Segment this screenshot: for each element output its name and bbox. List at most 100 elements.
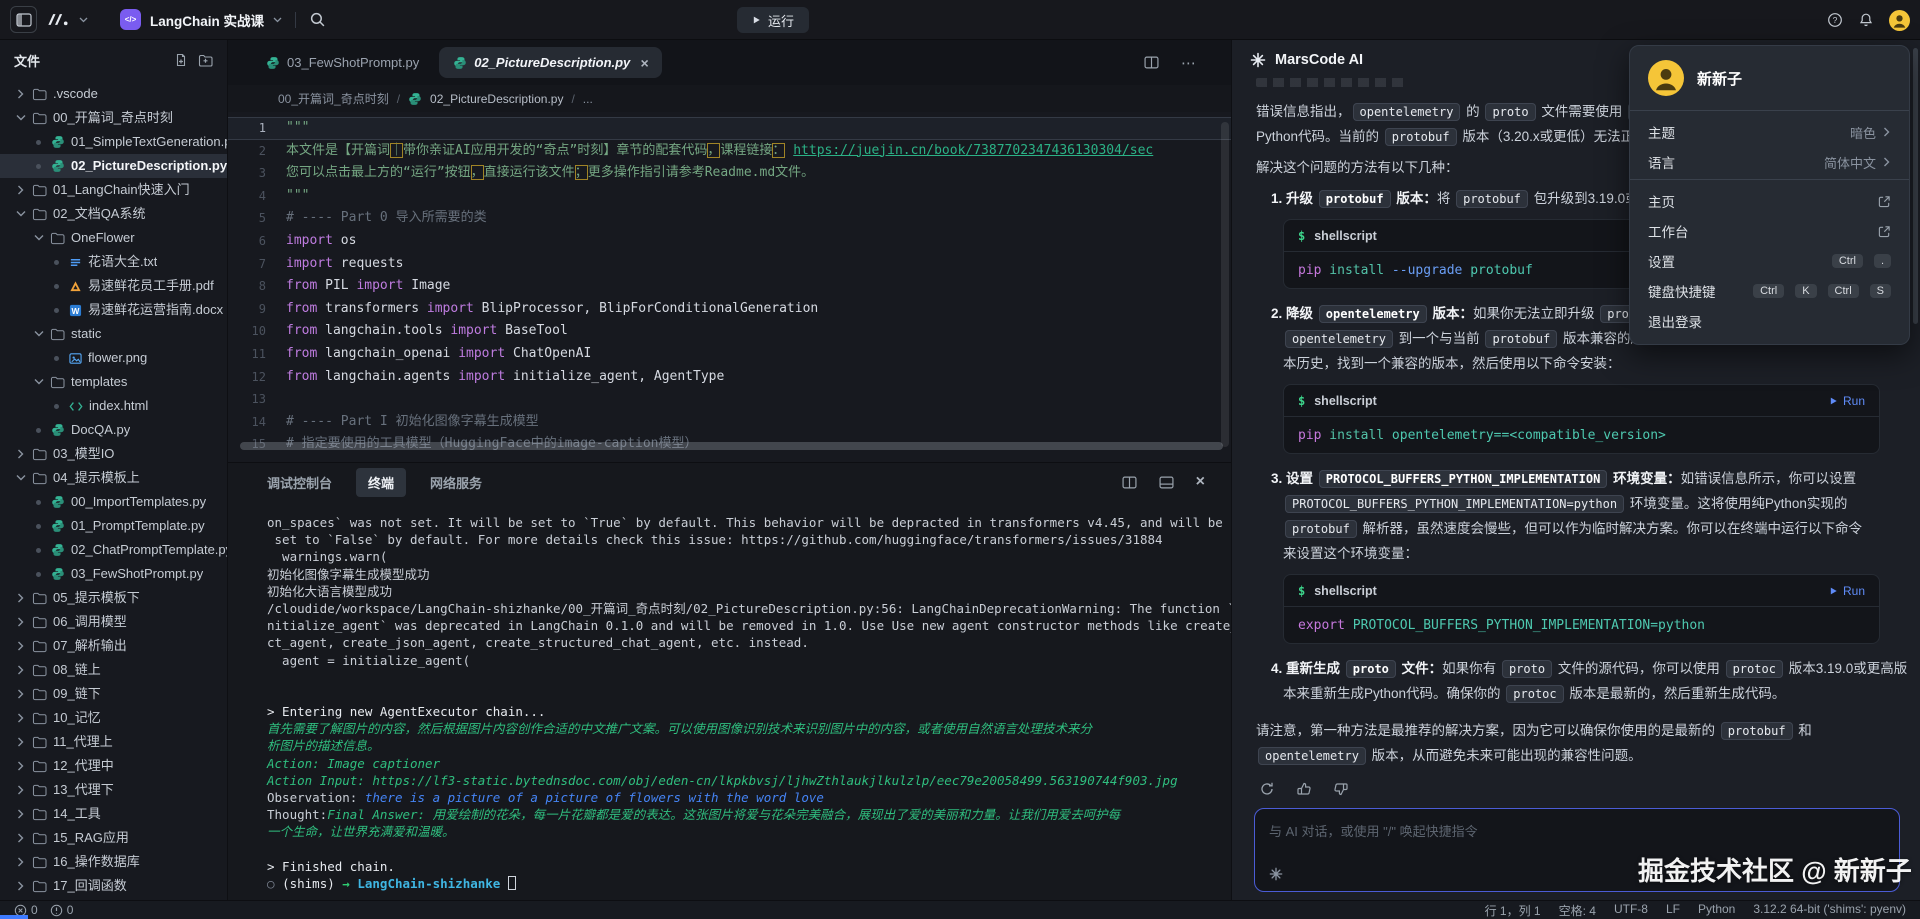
tree-item-folder[interactable]: 14_工具	[0, 802, 227, 826]
breadcrumb-item[interactable]: ...	[583, 92, 593, 106]
code-editor[interactable]: 1"""2本文件是【开篇词｜带你亲证AI应用开发的“奇点”时刻】章节的配套代码，…	[228, 112, 1231, 462]
tree-item-label: 07_解析输出	[53, 634, 127, 658]
run-code-button[interactable]: Run	[1829, 584, 1865, 598]
line-number: 3	[228, 162, 286, 185]
chevron-right-icon	[16, 89, 26, 99]
status-item[interactable]: UTF-8	[1614, 902, 1648, 919]
tree-item-folder[interactable]: templates	[0, 370, 227, 394]
tree-item-folder[interactable]: 12_代理中	[0, 754, 227, 778]
status-item[interactable]: 行 1，列 1	[1485, 902, 1541, 919]
breadcrumb-item[interactable]: 00_开篇词_奇点时刻	[278, 90, 389, 107]
chevron-down-icon[interactable]	[79, 17, 88, 23]
warnings-indicator[interactable]: 0	[50, 903, 74, 917]
menu-item-退出登录[interactable]: 退出登录	[1630, 306, 1909, 336]
line-number: 14	[228, 411, 286, 434]
ai-panel-scrollbar[interactable]	[1913, 48, 1918, 324]
thumbs-down-icon[interactable]	[1330, 778, 1352, 800]
thumbs-up-icon[interactable]	[1293, 778, 1315, 800]
breadcrumb[interactable]: 00_开篇词_奇点时刻/02_PictureDescription.py/...	[228, 85, 1231, 112]
folder-icon	[32, 688, 47, 701]
bell-icon[interactable]	[1858, 12, 1874, 28]
marscode-logo-icon[interactable]	[46, 12, 70, 27]
tree-item-file[interactable]: index.html	[0, 394, 227, 418]
tree-item-folder[interactable]: OneFlower	[0, 226, 227, 250]
chevron-down-icon[interactable]	[273, 17, 282, 23]
panel-tab[interactable]: 终端	[356, 468, 406, 497]
img-file-icon	[69, 352, 82, 365]
tree-item-file[interactable]: 03_FewShotPrompt.py	[0, 562, 227, 586]
status-item[interactable]: 空格: 4	[1559, 902, 1596, 919]
quick-command-icon[interactable]	[1269, 867, 1283, 881]
tree-item-folder[interactable]: 11_代理上	[0, 730, 227, 754]
tree-item-folder[interactable]: 01_LangChain快速入门	[0, 178, 227, 202]
tree-item-folder[interactable]: 00_开篇词_奇点时刻	[0, 106, 227, 130]
breadcrumb-item[interactable]: 02_PictureDescription.py	[430, 92, 563, 106]
tree-item-file[interactable]: 02_ChatPromptTemplate.py	[0, 538, 227, 562]
horizontal-scrollbar[interactable]	[240, 442, 1223, 450]
line-number: 7	[228, 253, 286, 276]
run-code-button[interactable]: Run	[1829, 394, 1865, 408]
editor-tab[interactable]: 02_PictureDescription.py×	[439, 47, 662, 78]
search-icon[interactable]	[309, 11, 326, 28]
close-tab-icon[interactable]: ×	[640, 56, 648, 70]
tree-item-file[interactable]: 01_PromptTemplate.py	[0, 514, 227, 538]
tree-item-folder[interactable]: 13_代理下	[0, 778, 227, 802]
tree-item-file[interactable]: 00_ImportTemplates.py	[0, 490, 227, 514]
tree-item-folder[interactable]: .vscode	[0, 82, 227, 106]
panel-tab[interactable]: 网络服务	[430, 473, 482, 492]
project-name[interactable]: LangChain 实战课	[150, 10, 264, 30]
help-icon[interactable]: ?	[1827, 12, 1843, 28]
menu-item-主题[interactable]: 主题暗色	[1630, 117, 1909, 147]
tree-item-folder[interactable]: 07_解析输出	[0, 634, 227, 658]
menu-item-设置[interactable]: 设置Ctrl.	[1630, 246, 1909, 276]
chevron-down-icon	[34, 330, 44, 338]
tree-item-folder[interactable]: static	[0, 322, 227, 346]
sidebar-toggle-button[interactable]	[10, 6, 37, 33]
shell-prompt-symbol: $	[1298, 394, 1305, 408]
close-panel-icon[interactable]: ×	[1196, 473, 1205, 491]
tree-item-folder[interactable]: 08_链上	[0, 658, 227, 682]
user-avatar[interactable]	[1889, 10, 1910, 31]
status-item[interactable]: LF	[1666, 902, 1680, 919]
regenerate-icon[interactable]	[1256, 778, 1278, 800]
vertical-scrollbar[interactable]	[1221, 122, 1229, 447]
tree-item-folder[interactable]: 02_文档QA系统	[0, 202, 227, 226]
tree-item-folder[interactable]: 06_调用模型	[0, 610, 227, 634]
menu-item-键盘快捷键[interactable]: 键盘快捷键CtrlKCtrlS	[1630, 276, 1909, 306]
split-panel-icon[interactable]	[1122, 476, 1137, 489]
tree-item-file[interactable]: flower.png	[0, 346, 227, 370]
tree-item-folder[interactable]: 03_模型IO	[0, 442, 227, 466]
folder-icon	[32, 616, 47, 629]
tree-item-folder[interactable]: 05_提示模板下	[0, 586, 227, 610]
terminal-output[interactable]: on_spaces` was not set. It will be set t…	[228, 501, 1231, 892]
file-dot	[36, 524, 41, 529]
status-item[interactable]: Python	[1698, 902, 1735, 919]
tree-item-file[interactable]: W易速鲜花运营指南.docx	[0, 298, 227, 322]
tree-item-file[interactable]: DocQA.py	[0, 418, 227, 442]
inline-code-chip: PROTOCOL_BUFFERS_PYTHON_IMPLEMENTATION=p…	[1285, 495, 1624, 513]
menu-item-主页[interactable]: 主页	[1630, 186, 1909, 216]
more-actions-icon[interactable]: ⋯	[1181, 54, 1197, 72]
file-dot	[54, 260, 59, 265]
tree-item-file[interactable]: 01_SimpleTextGeneration.py	[0, 130, 227, 154]
new-folder-icon[interactable]	[198, 53, 213, 67]
file-dot	[36, 572, 41, 577]
tree-item-file[interactable]: 易速鲜花员工手册.pdf	[0, 274, 227, 298]
menu-item-语言[interactable]: 语言简体中文	[1630, 147, 1909, 177]
new-file-icon[interactable]	[174, 53, 188, 67]
tree-item-folder[interactable]: 15_RAG应用	[0, 826, 227, 850]
panel-tab[interactable]: 调试控制台	[267, 473, 332, 492]
run-button[interactable]: 运行	[737, 7, 809, 33]
split-editor-icon[interactable]	[1144, 54, 1159, 72]
tree-item-file[interactable]: 02_PictureDescription.py	[0, 154, 227, 178]
editor-tab[interactable]: 03_FewShotPrompt.py	[252, 47, 433, 78]
panel-layout-icon[interactable]	[1159, 476, 1174, 489]
tree-item-folder[interactable]: 10_记忆	[0, 706, 227, 730]
tree-item-folder[interactable]: 17_回调函数	[0, 874, 227, 898]
tree-item-folder[interactable]: 04_提示模板上	[0, 466, 227, 490]
tree-item-folder[interactable]: 09_链下	[0, 682, 227, 706]
tree-item-file[interactable]: 花语大全.txt	[0, 250, 227, 274]
menu-item-工作台[interactable]: 工作台	[1630, 216, 1909, 246]
tree-item-folder[interactable]: 16_操作数据库	[0, 850, 227, 874]
status-item[interactable]: 3.12.2 64-bit ('shims': pyenv)	[1753, 902, 1906, 919]
